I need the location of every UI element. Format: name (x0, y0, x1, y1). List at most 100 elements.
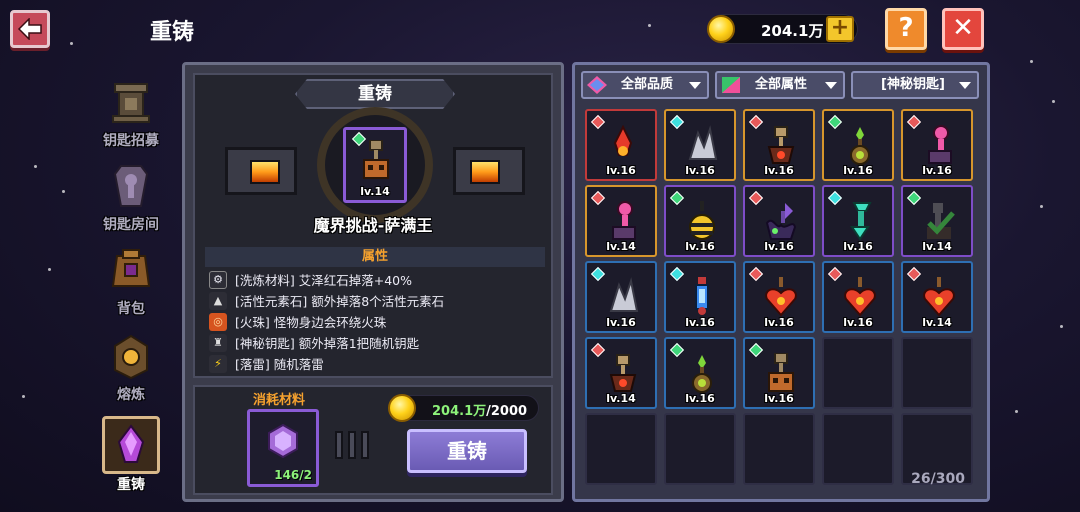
connector-bars (335, 431, 369, 459)
inventory-item[interactable]: lv.16 (585, 261, 657, 333)
connector-bar (335, 431, 343, 459)
nav-label: 背包 (117, 301, 145, 317)
item-level: lv.16 (922, 164, 952, 177)
inventory-item[interactable]: lv.16 (743, 109, 815, 181)
rarity-gem-icon (669, 114, 685, 130)
nav-item-key-room[interactable]: 钥匙房间 (88, 162, 174, 234)
inventory-item[interactable]: lv.14 (585, 185, 657, 257)
consume-area: 消耗材料 146/2 204.1万/2000 重铸 (193, 385, 553, 495)
inventory-item[interactable]: lv.16 (901, 109, 973, 181)
inventory-item[interactable]: lv.16 (822, 109, 894, 181)
nav-item-reforge[interactable]: 重铸 (88, 416, 174, 494)
rarity-gem-icon (590, 266, 606, 282)
nav-item-smelt[interactable]: 熔炼 (88, 332, 174, 404)
star (1030, 60, 1033, 63)
rarity-gem-icon (906, 114, 922, 130)
star (70, 42, 73, 45)
checked-key-icon (921, 201, 957, 241)
glow (250, 160, 280, 184)
attr-text: [神秘钥匙] 额外掉落1把随机钥匙 (235, 336, 420, 351)
attr-row: ▲ [活性元素石] 额外掉落8个活性元素石 (205, 290, 545, 311)
key-type-filter[interactable]: [神秘钥匙] (851, 71, 979, 99)
rarity-gem-icon (669, 342, 685, 358)
green-seed-key-icon (842, 125, 878, 165)
item-level: lv.16 (606, 164, 636, 177)
empty-slot[interactable] (585, 413, 657, 485)
key-room-icon (113, 165, 149, 207)
back-button[interactable] (10, 10, 50, 48)
pink-key-icon (605, 201, 641, 241)
forge-title: 重铸 (295, 79, 455, 109)
reforge-button[interactable]: 重铸 (407, 429, 527, 473)
green-seed-key-icon (684, 353, 720, 393)
item-level: lv.16 (685, 164, 715, 177)
empty-slot[interactable] (901, 337, 973, 409)
inventory-item[interactable]: lv.14 (901, 261, 973, 333)
inventory-item[interactable]: lv.16 (743, 337, 815, 409)
rarity-gem-icon (906, 190, 922, 206)
rarity-gem-icon (669, 190, 685, 206)
red-flame-key-icon (605, 124, 641, 165)
heart-key-icon (842, 277, 878, 317)
item-level: lv.16 (685, 240, 715, 253)
star (1015, 410, 1018, 413)
nav-label: 钥匙招募 (103, 133, 159, 149)
inventory-item[interactable]: lv.16 (664, 185, 736, 257)
close-button[interactable]: ✕ (942, 8, 984, 50)
inventory-item[interactable]: lv.14 (585, 337, 657, 409)
empty-slot[interactable] (822, 337, 894, 409)
empty-slot[interactable] (743, 413, 815, 485)
reforge-icon (117, 424, 145, 463)
help-button[interactable]: ? (885, 8, 927, 50)
item-level: lv.16 (764, 164, 794, 177)
inventory-item[interactable]: lv.16 (664, 337, 736, 409)
attr-list: ⚙ [洗炼材料] 艾泽红石掉落+40% ▲ [活性元素石] 额外掉落8个活性元素… (205, 269, 545, 374)
cost-need: /2000 (486, 404, 528, 419)
empty-slot[interactable] (822, 413, 894, 485)
attr-text: [火珠] 怪物身边会环绕火珠 (235, 315, 387, 330)
material-slot[interactable]: 146/2 (247, 409, 319, 487)
machine-left (225, 147, 297, 195)
quality-filter[interactable]: 全部品质 (581, 71, 709, 99)
target-item-slot[interactable]: lv.14 (343, 127, 407, 203)
inventory-item[interactable]: lv.16 (822, 261, 894, 333)
star (22, 395, 25, 398)
inventory-item[interactable]: lv.16 (743, 261, 815, 333)
inventory-item[interactable]: lv.16 (822, 185, 894, 257)
bronze-key-icon (763, 125, 799, 165)
nav-item-backpack[interactable]: 背包 (88, 246, 174, 318)
attribute-square-icon (722, 77, 740, 93)
attribute-filter[interactable]: 全部属性 (715, 71, 845, 99)
inventory-count: 26/300 (911, 471, 965, 487)
quality-diamond-icon (587, 76, 607, 94)
attr-row: ⚡ [落雷] 随机落雷 (205, 353, 545, 374)
consume-label: 消耗材料 (253, 393, 306, 408)
rarity-gem-icon (590, 114, 606, 130)
attr-row: ◎ [火珠] 怪物身边会环绕火珠 (205, 311, 545, 332)
machine-right (453, 147, 525, 195)
reforge-panel: 重铸 lv.14 魔界挑战-萨满王 属性 ⚙ [洗炼材料] 艾泽红石掉落+40% (182, 62, 564, 502)
nav-label: 重铸 (117, 477, 145, 493)
gear-icon: ⚙ (209, 270, 227, 289)
item-name: 魔界挑战-萨满王 (313, 216, 433, 235)
silver-crystal-key-icon (605, 277, 641, 317)
gold-cost: 204.1万/2000 (388, 394, 539, 422)
key-icon: ♜ (209, 333, 227, 352)
inventory-item[interactable]: lv.16 (743, 185, 815, 257)
inventory-item[interactable]: lv.14 (901, 185, 973, 257)
inventory-item[interactable]: lv.16 (664, 261, 736, 333)
inventory-item[interactable]: lv.16 (585, 109, 657, 181)
inventory-item[interactable]: lv.16 (664, 109, 736, 181)
key-recruit-icon (112, 83, 150, 123)
rarity-gem-icon (748, 190, 764, 206)
item-level: lv.16 (606, 316, 636, 329)
blue-potion-key-icon (684, 277, 720, 317)
add-coins-button[interactable]: + (826, 16, 854, 42)
nav-item-key-recruit[interactable]: 钥匙招募 (88, 78, 174, 150)
attr-text: [活性元素石] 额外掉落8个活性元素石 (235, 294, 445, 309)
empty-slot[interactable] (664, 413, 736, 485)
item-level: lv.16 (764, 316, 794, 329)
item-level: lv.16 (685, 392, 715, 405)
totem-key-icon (763, 352, 799, 393)
attr-row: ⚙ [洗炼材料] 艾泽红石掉落+40% (205, 269, 545, 290)
